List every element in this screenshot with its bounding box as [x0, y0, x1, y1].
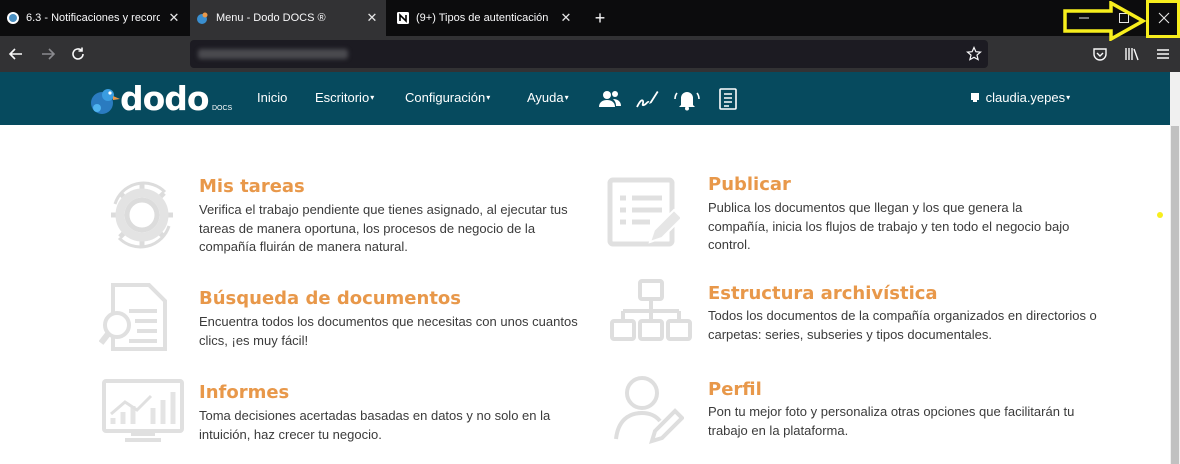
- bell-icon[interactable]: [673, 87, 701, 111]
- reload-icon: [72, 47, 84, 60]
- tab-title: (9+) Tipos de autenticación: [416, 12, 549, 24]
- user-avatar-icon: [971, 93, 979, 102]
- arrow-right-icon: [42, 48, 56, 60]
- tab-title: Menu - Dodo DOCS ®: [216, 12, 326, 24]
- browser-tab-notificaciones[interactable]: 6.3 - Notificaciones y recordatorios ✕: [0, 0, 188, 36]
- dodo-logo[interactable]: dodo DOCS: [88, 80, 238, 120]
- menu-button[interactable]: [1151, 42, 1175, 66]
- user-menu[interactable]: claudia.yepes▾: [970, 90, 1070, 105]
- feature-description: Encuentra todos los documentos que neces…: [199, 314, 578, 348]
- logo-text: dodo: [120, 79, 210, 118]
- annotation-highlight-box: [1146, 0, 1180, 38]
- url-text-redacted: [198, 49, 348, 59]
- annotation-dot: [1157, 212, 1163, 218]
- notion-icon: [397, 12, 409, 24]
- browser-tab-bar: 6.3 - Notificaciones y recordatorios ✕ M…: [0, 0, 1180, 36]
- site-header: dodo DOCS Inicio Escritorio▾ Configuraci…: [0, 72, 1170, 125]
- caret-down-icon: ▾: [370, 93, 375, 102]
- page-scrollbar[interactable]: [1170, 72, 1180, 464]
- reload-button[interactable]: [66, 42, 90, 66]
- dodo-icon: [197, 12, 208, 24]
- close-tab-icon[interactable]: ✕: [364, 10, 380, 26]
- browser-tab-dodo[interactable]: Menu - Dodo DOCS ® ✕: [190, 0, 386, 36]
- feature-description: Toma decisiones acertadas basadas en dat…: [199, 408, 551, 442]
- caret-down-icon: ▾: [486, 93, 491, 102]
- gear-icon: [111, 181, 173, 249]
- users-icon[interactable]: [598, 87, 622, 111]
- menu-inicio[interactable]: Inicio: [257, 90, 287, 105]
- scrollbar-thumb[interactable]: [1171, 126, 1179, 464]
- annotation-arrow-icon: [1063, 1, 1147, 41]
- menu-ayuda[interactable]: Ayuda▾: [527, 90, 569, 105]
- close-tab-icon[interactable]: ✕: [166, 10, 182, 26]
- pocket-icon: [1093, 48, 1107, 61]
- new-tab-button[interactable]: +: [589, 7, 611, 29]
- hamburger-icon: [1157, 49, 1169, 59]
- feature-title[interactable]: Búsqueda de documentos: [199, 288, 461, 309]
- library-icon: [1125, 48, 1139, 61]
- tab-title: 6.3 - Notificaciones y recordatorios: [26, 12, 160, 24]
- feature-title[interactable]: Estructura archivística: [708, 283, 938, 304]
- org-chart-icon: [610, 279, 692, 341]
- arrow-left-icon: [8, 48, 22, 60]
- menu-label: Ayuda: [527, 90, 564, 105]
- forward-button[interactable]: [36, 42, 60, 66]
- browser-tab-autenticacion[interactable]: (9+) Tipos de autenticación ✕: [390, 0, 580, 36]
- feature-title[interactable]: Informes: [199, 382, 289, 403]
- caret-down-icon: ▾: [564, 93, 569, 102]
- document-list-icon[interactable]: [716, 87, 740, 111]
- pocket-button[interactable]: [1088, 42, 1112, 66]
- back-button[interactable]: [4, 42, 28, 66]
- feature-description: Todos los documentos de la compañía orga…: [708, 308, 1097, 342]
- url-bar[interactable]: [190, 40, 988, 68]
- menu-label: Configuración: [405, 90, 486, 105]
- feature-title[interactable]: Publicar: [708, 174, 791, 195]
- document-edit-icon: [607, 177, 680, 247]
- document-search-icon: [99, 283, 167, 351]
- menu-label: Inicio: [257, 90, 288, 105]
- username: claudia.yepes: [985, 90, 1066, 105]
- feature-description: Verifica el trabajo pendiente que tienes…: [199, 202, 568, 254]
- feature-description: Pon tu mejor foto y personaliza otras op…: [708, 404, 1075, 438]
- menu-configuracion[interactable]: Configuración▾: [405, 90, 490, 105]
- chart-monitor-icon: [102, 379, 184, 442]
- menu-escritorio[interactable]: Escritorio▾: [315, 90, 374, 105]
- logo-subtext: DOCS: [212, 105, 233, 112]
- signature-icon[interactable]: [635, 87, 659, 111]
- circle-icon: [7, 12, 19, 24]
- user-edit-icon: [614, 376, 684, 444]
- feature-title[interactable]: Mis tareas: [199, 176, 305, 197]
- feature-title[interactable]: Perfil: [708, 379, 762, 400]
- library-button[interactable]: [1120, 42, 1144, 66]
- caret-down-icon: ▾: [1066, 93, 1071, 102]
- star-icon[interactable]: [966, 46, 982, 62]
- feature-description: Publica los documentos que llegan y los …: [708, 200, 1070, 252]
- menu-label: Escritorio: [315, 90, 370, 105]
- close-tab-icon[interactable]: ✕: [558, 10, 574, 26]
